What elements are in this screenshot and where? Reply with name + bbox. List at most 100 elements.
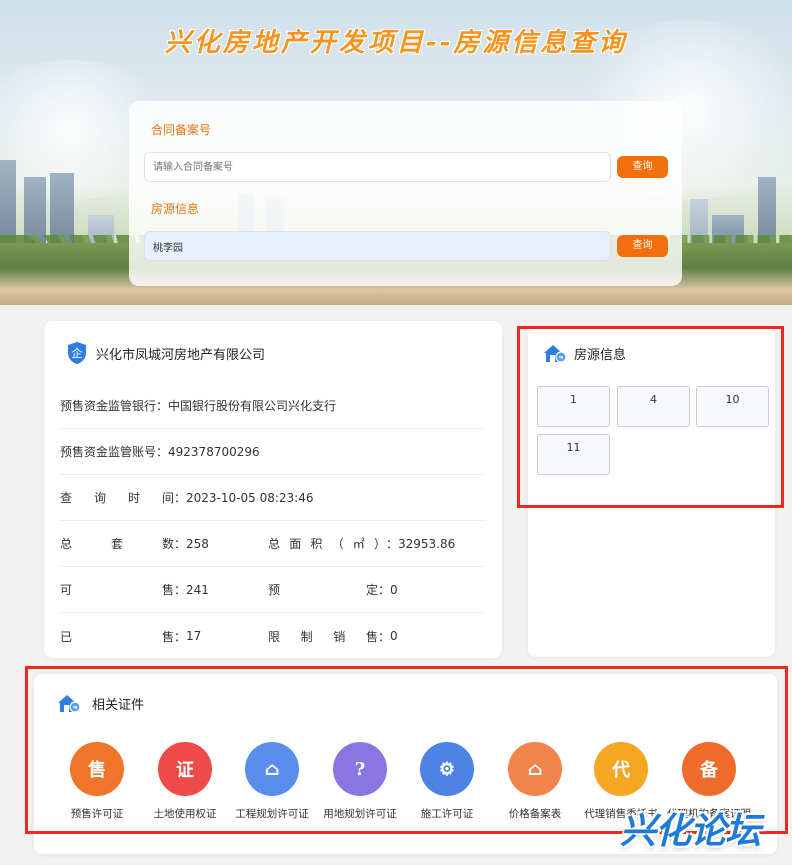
available-value: 241: [186, 582, 209, 597]
cert-label: 预售许可证: [70, 808, 124, 820]
availability-row: 可 售 ： 241 预 定 ： 0: [60, 567, 486, 613]
sold-pair: 已 售 ： 17: [60, 628, 268, 645]
account-row: 预售资金监管账号： 492378700296: [60, 429, 486, 475]
housing-title: 房源信息: [574, 347, 627, 363]
label-char: 制: [300, 629, 313, 644]
available-label: 可 售: [60, 581, 174, 598]
housing-query-button[interactable]: 查询: [617, 235, 668, 257]
colon: ：: [174, 629, 187, 644]
query-time-label: 查 询 时 间: [60, 489, 174, 506]
cert-price-filing[interactable]: ⌂ 价格备案表: [490, 742, 580, 821]
question-icon: ?: [333, 742, 387, 796]
housing-panel: 房源信息 1 4 10 11: [528, 328, 775, 657]
label-char: 可: [60, 583, 73, 597]
reserved-label: 预 定: [268, 581, 378, 598]
account-label: 预售资金监管账号：: [60, 445, 169, 459]
company-name: 兴化市凤城河房地产有限公司: [96, 347, 266, 363]
label-char: 面: [289, 537, 302, 551]
house-key-icon: [58, 695, 81, 713]
forum-watermark: 兴化论坛: [620, 811, 761, 852]
sold-value: 17: [186, 629, 202, 643]
restricted-pair: 限 制 销 售 ： 0: [268, 628, 398, 645]
total-label: 总 套 数: [60, 535, 174, 552]
gear-icon: ⚙: [420, 742, 474, 796]
label-char: 总: [268, 537, 281, 551]
shield-filing-icon: 备: [682, 742, 736, 796]
query-time-row: 查 询 时 间 ： 2023-10-05 08:23:46: [60, 475, 486, 521]
label-char: 售: [161, 629, 174, 644]
label-char: 询: [93, 491, 106, 505]
cert-land-use[interactable]: 证 土地使用权证: [140, 742, 230, 821]
house-icon: ⌂: [245, 742, 299, 796]
cert-construction-permit[interactable]: ⚙ 施工许可证: [402, 742, 492, 821]
label-char: 间: [161, 491, 174, 505]
label-char: 售: [161, 583, 174, 597]
reserved-value: 0: [390, 582, 398, 597]
colon: ：: [174, 491, 187, 505]
bank-label: 预售资金监管银行：: [60, 399, 169, 413]
label-char: （: [331, 537, 344, 551]
label-char: 售: [365, 629, 378, 644]
certificates-title: 相关证件: [92, 697, 145, 713]
label-char: 积: [310, 537, 323, 551]
certificates-header: 相关证件: [56, 692, 144, 714]
company-info-card: 企 兴化市凤城河房地产有限公司 预售资金监管银行： 中国银行股份有限公司兴化支行…: [44, 321, 502, 658]
page-title: 兴化房地产开发项目--房源信息查询: [164, 28, 628, 58]
colon: ：: [378, 629, 391, 644]
building-unit-button[interactable]: 1: [537, 386, 610, 427]
company-header: 企 兴化市凤城河房地产有限公司: [66, 341, 265, 365]
contract-label: 合同备案号: [151, 123, 212, 137]
label-char: ）: [373, 537, 386, 551]
label-char: 套: [110, 537, 123, 551]
account-value: 492378700296: [168, 444, 260, 459]
label-char: 总: [60, 537, 73, 551]
query-time-value: 2023-10-05 08:23:46: [186, 490, 314, 505]
presale-icon: 售: [70, 742, 124, 796]
cert-construction-planning[interactable]: ⌂ 工程规划许可证: [227, 742, 317, 821]
colon: ：: [174, 537, 187, 551]
search-panel: 合同备案号 查询 房源信息 查询: [129, 101, 682, 286]
area-label: 总 面 积 （ ㎡ ）: [268, 535, 386, 552]
restricted-value: 0: [390, 629, 398, 643]
total-pair: 总 套 数 ： 258: [60, 535, 268, 552]
colon: ：: [174, 583, 187, 597]
cert-label: 价格备案表: [508, 808, 562, 820]
cert-presale-permit[interactable]: 售 预售许可证: [52, 742, 142, 821]
label-char: 查: [60, 491, 73, 505]
available-pair: 可 售 ： 241: [60, 581, 268, 598]
building-unit-button[interactable]: 4: [617, 386, 690, 427]
cert-label: 土地使用权证: [153, 808, 217, 820]
housing-input[interactable]: [144, 231, 611, 261]
sold-label: 已 售: [60, 628, 174, 645]
label-char: ㎡: [352, 537, 365, 551]
building-unit-button[interactable]: 10: [696, 386, 769, 427]
colon: ：: [386, 537, 399, 551]
total-row: 总 套 数 ： 258 总 面 积 （ ㎡ ） ： 32953.86: [60, 521, 486, 567]
label-char: 已: [60, 629, 73, 644]
shield-icon: 企: [68, 342, 86, 364]
label-char: 限: [268, 629, 281, 644]
label-char: 预: [268, 583, 281, 597]
colon: ：: [378, 583, 391, 597]
sold-row: 已 售 ： 17 限 制 销 售 ： 0: [60, 613, 486, 659]
cert-label: 用地规划许可证: [323, 808, 397, 820]
restricted-label: 限 制 销 售: [268, 628, 378, 645]
cert-label: 工程规划许可证: [235, 808, 309, 820]
contract-query-button[interactable]: 查询: [617, 156, 668, 178]
bank-row: 预售资金监管银行： 中国银行股份有限公司兴化支行: [60, 383, 486, 429]
housing-header: 房源信息: [542, 342, 626, 364]
label-char: 销: [333, 629, 346, 644]
area-value: 32953.86: [398, 536, 456, 551]
cert-land-planning[interactable]: ? 用地规划许可证: [315, 742, 405, 821]
reserved-pair: 预 定 ： 0: [268, 581, 398, 598]
label-char: 数: [161, 537, 174, 551]
label-char: 定: [365, 583, 378, 597]
total-value: 258: [186, 536, 209, 551]
agency-icon: 代: [594, 742, 648, 796]
svg-text:企: 企: [72, 346, 83, 360]
building-unit-button[interactable]: 11: [537, 434, 610, 475]
area-pair: 总 面 积 （ ㎡ ） ： 32953.86: [268, 535, 455, 552]
price-doc-icon: ⌂: [508, 742, 562, 796]
contract-number-input[interactable]: [144, 152, 611, 182]
housing-label: 房源信息: [151, 202, 200, 216]
